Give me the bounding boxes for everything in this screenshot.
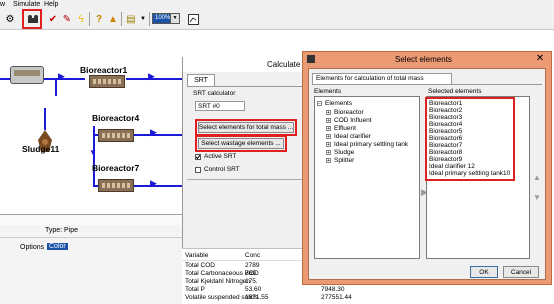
col-conc: Conc [245, 252, 261, 259]
bioreactor7-tank[interactable] [98, 179, 134, 192]
expand-icon[interactable]: + [326, 109, 331, 115]
srt-field[interactable]: SRT #0 [195, 101, 245, 111]
bioreactor4-label: Bioreactor4 [92, 113, 140, 123]
menu-view[interactable]: w [0, 0, 5, 9]
check-icon[interactable]: ✔ [46, 12, 60, 26]
row-name: Total COD [185, 262, 215, 269]
tree-item[interactable]: + COD Influent [326, 117, 372, 124]
arrow-right-icon: ▶ [150, 127, 157, 137]
arrow-down-icon: ▼ [89, 148, 97, 157]
primary-clarifier-icon[interactable] [10, 66, 44, 84]
active-srt-checkbox[interactable] [195, 154, 201, 160]
pipe-sludge[interactable] [44, 108, 46, 130]
lightning-icon[interactable]: ϟ [74, 12, 88, 26]
calculate-title: Calculate [267, 60, 301, 69]
bioreactor7-label: Bioreactor7 [92, 163, 140, 173]
bioreactor1-label: Bioreactor1 [80, 65, 128, 75]
row-conc: 1871.55 [245, 294, 269, 301]
elements-tree[interactable]: − Elements + Bioreactor + COD Influent + Eff… [314, 96, 420, 259]
active-srt-label: Active SRT [204, 153, 237, 160]
control-srt-label: Control SRT [204, 166, 240, 173]
collapse-icon[interactable]: − [317, 100, 322, 106]
highlighted-tool-box [22, 9, 42, 29]
help-icon[interactable]: ? [92, 12, 106, 26]
pipe-bio7-out[interactable] [132, 185, 182, 187]
workflow-icon[interactable]: ⚙ [3, 12, 17, 26]
highlight-selected-list [425, 97, 515, 181]
tree-item[interactable]: + Sludge [326, 149, 354, 156]
row-name: Total P [185, 286, 205, 293]
pipette-icon[interactable]: ✎ [60, 12, 74, 26]
expand-icon[interactable]: + [326, 157, 331, 163]
tab-srt[interactable]: SRT [187, 74, 215, 86]
menu-bar: w Simulate Help [0, 0, 554, 9]
row-conc: 769. [245, 270, 258, 277]
menu-help[interactable]: Help [44, 0, 58, 9]
zoom-dropdown-icon[interactable]: ▼ [170, 13, 180, 24]
bioreactor4-tank[interactable] [98, 129, 134, 142]
properties-panel: Type: Pipe Options Color [0, 214, 182, 304]
control-srt-checkbox[interactable] [195, 167, 201, 173]
process-canvas[interactable]: ▶ ▶ ▶ ▶ ▼ Sludge11 Bioreactor1 Bioreacto… [0, 30, 182, 213]
expand-icon[interactable]: + [326, 149, 331, 155]
calculate-titlebar: Calculate [183, 57, 305, 72]
arrow-right-icon: ▶ [150, 178, 157, 188]
expand-icon[interactable]: + [326, 141, 331, 147]
dropdown-arrow-icon[interactable]: ▼ [136, 12, 150, 26]
col-variable: Variable [185, 252, 209, 259]
arrow-right-icon: ▶ [148, 71, 155, 81]
arrow-right-icon: ▶ [58, 71, 65, 81]
highlight-wastage [195, 135, 287, 152]
row-mass: 7948.30 [321, 286, 345, 293]
pipe-clarifier-out[interactable] [55, 78, 57, 96]
cancel-button[interactable]: Cancel [503, 266, 539, 278]
row-conc: 2789 [245, 262, 260, 269]
tree-item[interactable]: + Splitter [326, 157, 354, 164]
ok-button[interactable]: OK [470, 266, 498, 278]
tree-root[interactable]: − Elements [317, 100, 352, 107]
tree-item[interactable]: + Effluent [326, 125, 356, 132]
type-label: Type: [45, 227, 63, 234]
move-up-icon[interactable]: ▲ [533, 173, 541, 182]
expand-icon[interactable]: + [326, 117, 331, 123]
close-icon[interactable]: ✕ [533, 53, 547, 65]
dialog-body: Elements for calculation of total mass E… [308, 68, 546, 280]
tab-total-mass[interactable]: Elements for calculation of total mass [312, 73, 452, 84]
expand-icon[interactable]: + [326, 133, 331, 139]
chart-icon[interactable] [186, 12, 200, 26]
pipe-bio4-out[interactable] [132, 134, 182, 136]
toolbar: ⚙ ✔ ✎ ϟ ? ▲ ▤ ▼ 100% ▼ [0, 9, 554, 30]
flask-icon[interactable]: ▲ [106, 12, 120, 26]
move-down-icon[interactable]: ▼ [533, 193, 541, 202]
select-elements-dialog: Select elements ✕ Elements for calculati… [302, 51, 552, 285]
expand-icon[interactable]: + [326, 125, 331, 131]
selected-header: Selected elements [428, 88, 482, 95]
tree-item[interactable]: + Ideal primary settling tank [326, 141, 408, 148]
highlight-total-mass [195, 119, 297, 136]
elements-header: Elements [314, 88, 342, 95]
menu-simulate[interactable]: Simulate [13, 0, 40, 9]
row-conc: 175. [245, 278, 258, 285]
options-label: Options [20, 244, 45, 251]
dialog-title: Select elements [395, 55, 452, 64]
bioreactor1-tank[interactable] [89, 75, 125, 88]
tree-item[interactable]: + Bioreactor [326, 109, 364, 116]
row-conc: 53.60 [245, 286, 262, 293]
type-value: Pipe [64, 227, 79, 234]
row-mass: 277551.44 [321, 294, 352, 301]
app-icon [306, 54, 316, 64]
sludge-label: Sludge11 [22, 144, 60, 154]
srt-group-label: SRT calculator [193, 90, 236, 97]
row-name: Total Kjeldahl Nitrogen [185, 278, 251, 285]
tree-item[interactable]: + Ideal clarifier [326, 133, 371, 140]
options-value[interactable]: Color [47, 243, 68, 250]
